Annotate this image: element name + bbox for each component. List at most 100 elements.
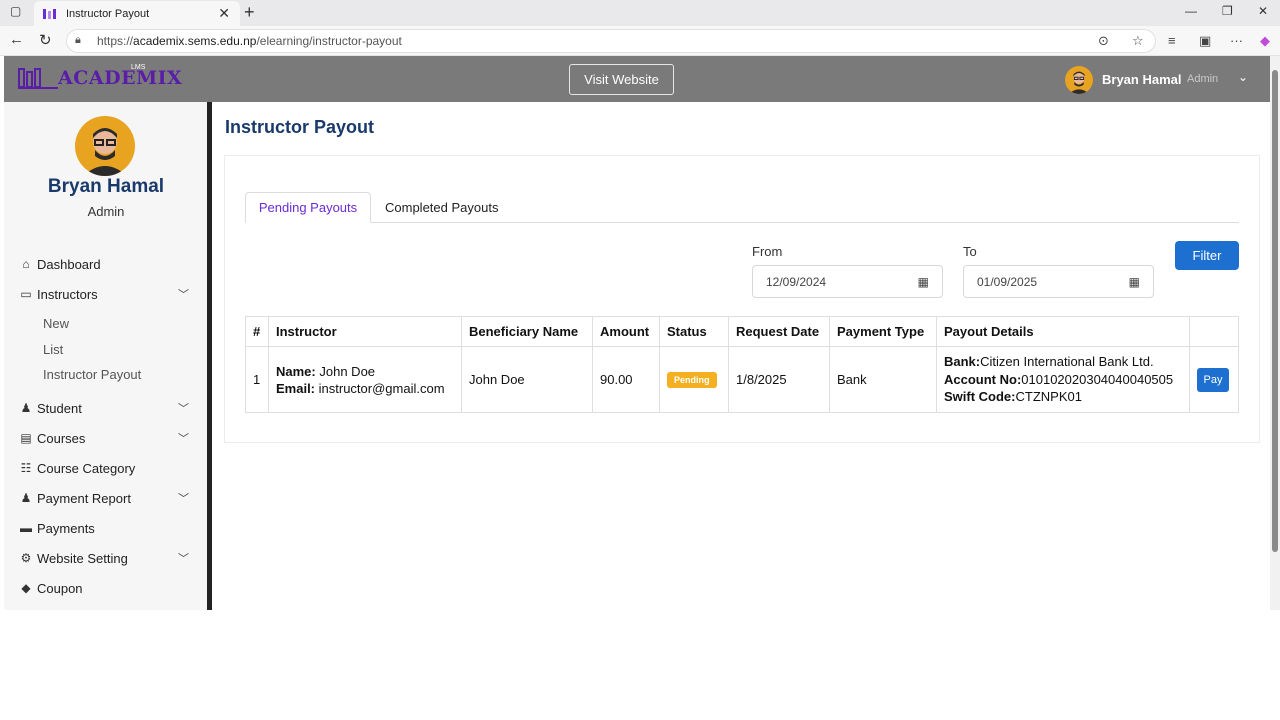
- tab-pending-payouts[interactable]: Pending Payouts: [245, 192, 371, 223]
- app-header: ACADEMIX LMS Visit Website Bryan Hamal A…: [4, 56, 1270, 102]
- url-path: /elearning/instructor-payout: [256, 34, 402, 48]
- table-row: 1 Name: John Doe Email: instructor@gmail…: [245, 346, 1239, 413]
- swift-code: CTZNPK01: [1015, 389, 1082, 405]
- sidebar-subitem-instructor-payout[interactable]: Instructor Payout: [43, 367, 141, 382]
- report-icon: ♟: [20, 491, 32, 505]
- sidebar-item-course-category[interactable]: ☷ Course Category: [4, 455, 208, 481]
- new-tab-icon[interactable]: +: [244, 2, 255, 23]
- from-label: From: [752, 244, 783, 259]
- col-status: Status: [659, 316, 729, 347]
- tag-icon: ◆: [21, 581, 31, 595]
- address-bar-row: ← ↻ 🔒︎ https://academix.sems.edu.np/elea…: [0, 26, 1280, 56]
- back-icon[interactable]: ←: [9, 31, 24, 48]
- sidebar-item-label: Dashboard: [37, 256, 101, 272]
- calendar-icon[interactable]: ▦: [1129, 275, 1140, 289]
- site-info-icon[interactable]: 🔒︎: [75, 34, 91, 48]
- logo-text: ACADEMIX: [58, 67, 183, 89]
- chevron-down-icon[interactable]: ﹀: [178, 400, 189, 416]
- chevron-down-icon[interactable]: ﹀: [178, 430, 189, 446]
- gears-icon: ⚙: [20, 551, 32, 565]
- sidebar-item-label: Courses: [37, 430, 86, 446]
- page-title: Instructor Payout: [225, 117, 375, 137]
- card-icon: ▬: [20, 521, 32, 535]
- wallet-icon[interactable]: ▣: [1199, 33, 1211, 49]
- beneficiary-cell: John Doe: [461, 346, 593, 413]
- pay-button[interactable]: Pay: [1197, 367, 1229, 392]
- instructor-email: instructor@gmail.com: [318, 380, 445, 396]
- tab-completed-payouts[interactable]: Completed Payouts: [385, 192, 498, 223]
- browser-tab[interactable]: Instructor Payout ✕: [34, 1, 240, 26]
- amount-cell: 90.00: [592, 346, 660, 413]
- logo-sub: LMS: [131, 64, 146, 71]
- sidebar-item-dashboard[interactable]: ⌂ Dashboard: [4, 251, 208, 277]
- to-date-input[interactable]: 01/09/2025 ▦: [963, 265, 1154, 298]
- chevron-down-icon[interactable]: ﹀: [178, 490, 189, 506]
- sidebar-subitem-list[interactable]: List: [43, 342, 63, 357]
- sidebar-scrollbar[interactable]: [207, 102, 212, 610]
- browser-tab-bar: ▢ Instructor Payout ✕ + — ❐ ✕: [0, 0, 1280, 26]
- to-date-value: 01/09/2025: [977, 274, 1038, 289]
- col-payment-type: Payment Type: [829, 316, 937, 347]
- col-instructor: Instructor: [268, 316, 462, 347]
- sidebar-item-payments[interactable]: ▬ Payments: [4, 515, 208, 541]
- header-user-name[interactable]: Bryan Hamal: [1102, 72, 1181, 87]
- payment-type-cell: Bank: [829, 346, 937, 413]
- minimize-icon[interactable]: —: [1185, 4, 1197, 18]
- instructor-cell: Name: John Doe Email: instructor@gmail.c…: [268, 346, 462, 413]
- chevron-down-icon[interactable]: ﹀: [178, 550, 189, 566]
- sidebar-item-label: Website Setting: [37, 550, 128, 566]
- from-date-input[interactable]: 12/09/2024 ▦: [752, 265, 943, 298]
- calendar-icon[interactable]: ▦: [918, 275, 929, 289]
- copilot-icon[interactable]: ◆: [1260, 33, 1270, 49]
- filter-button[interactable]: Filter: [1175, 241, 1239, 270]
- header-user-role: Admin: [1187, 73, 1219, 85]
- chevron-down-icon[interactable]: ⌄: [1238, 70, 1248, 84]
- table-header-row: # Instructor Beneficiary Name Amount Sta…: [245, 316, 1239, 347]
- favorite-star-icon[interactable]: ☆: [1132, 33, 1144, 49]
- list-icon: ☷: [20, 461, 32, 475]
- from-date-value: 12/09/2024: [766, 274, 827, 289]
- sidebar-item-student[interactable]: ♟ Student ﹀: [4, 395, 208, 421]
- address-input[interactable]: 🔒︎ https://academix.sems.edu.np/elearnin…: [66, 29, 1156, 53]
- row-num: 1: [245, 346, 269, 413]
- sidebar-item-label: Coupon: [37, 580, 83, 596]
- sidebar-item-coupon[interactable]: ◆ Coupon: [4, 575, 208, 601]
- browser-tab-title: Instructor Payout: [66, 7, 150, 20]
- student-icon: ♟: [20, 401, 32, 415]
- tab-actions-icon[interactable]: ▢: [10, 4, 21, 18]
- more-icon[interactable]: ···: [1230, 33, 1243, 48]
- restore-icon[interactable]: ❐: [1222, 4, 1233, 18]
- account-number: 010102020304040040505: [1021, 371, 1174, 387]
- sidebar-item-label: Payments: [37, 520, 95, 536]
- status-cell: Pending: [659, 346, 729, 413]
- sidebar-item-label: Course Category: [37, 460, 136, 476]
- avatar[interactable]: [1065, 66, 1093, 94]
- visit-website-button[interactable]: Visit Website: [569, 64, 674, 95]
- swift-label: Swift Code:: [944, 389, 1016, 405]
- url-host: academix.sems.edu.np: [133, 34, 257, 48]
- to-label: To: [963, 244, 977, 259]
- close-window-icon[interactable]: ✕: [1258, 4, 1268, 18]
- refresh-icon[interactable]: ↻: [39, 31, 52, 49]
- action-cell: Pay: [1189, 346, 1239, 413]
- sidebar-item-courses[interactable]: ▤ Courses ﹀: [4, 425, 208, 451]
- col-beneficiary: Beneficiary Name: [461, 316, 593, 347]
- sidebar-profile-name: Bryan Hamal: [47, 176, 165, 197]
- page-scrollbar-thumb[interactable]: [1272, 70, 1278, 552]
- sidebar-item-instructors[interactable]: ▭ Instructors ﹀: [4, 281, 208, 307]
- close-tab-icon[interactable]: ✕: [218, 5, 230, 22]
- col-request-date: Request Date: [728, 316, 830, 347]
- logo[interactable]: ACADEMIX LMS: [18, 64, 183, 90]
- account-label: Account No:: [944, 371, 1022, 387]
- sidebar-item-website-setting[interactable]: ⚙ Website Setting ﹀: [4, 545, 208, 571]
- home-icon: ⌂: [22, 257, 30, 271]
- sidebar-item-payment-report[interactable]: ♟ Payment Report ﹀: [4, 485, 208, 511]
- status-badge: Pending: [667, 372, 717, 388]
- book-icon: ▤: [20, 431, 32, 445]
- chevron-down-icon[interactable]: ﹀: [178, 286, 189, 302]
- sidebar-subitem-new[interactable]: New: [43, 316, 69, 331]
- sidebar-item-label: Instructors: [37, 286, 98, 302]
- reader-icon[interactable]: ⊙: [1098, 33, 1109, 49]
- favorites-icon[interactable]: ≡: [1168, 33, 1176, 48]
- logo-books-icon: [18, 68, 58, 89]
